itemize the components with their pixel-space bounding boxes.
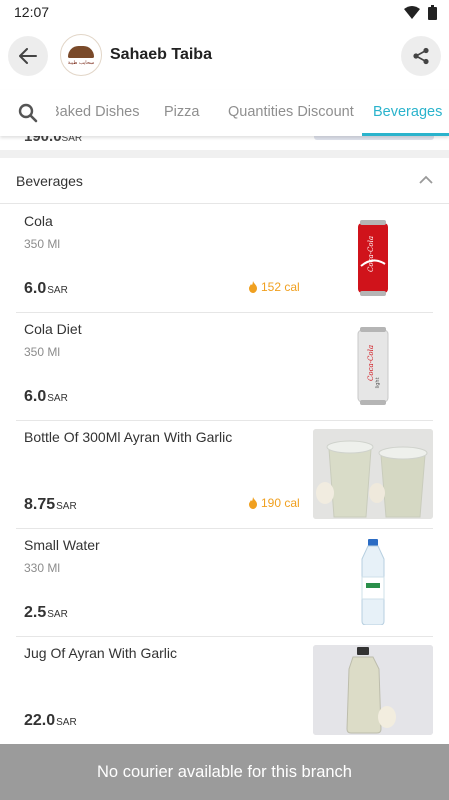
previous-item-price: 190.0SAR [24,136,83,145]
tab-beverages[interactable]: Beverages [362,90,449,136]
svg-text:Coca-Cola: Coca-Cola [367,345,375,381]
no-courier-banner: No courier available for this branch [0,744,449,800]
item-price: 8.75SAR [24,496,77,513]
status-icons [404,5,437,20]
coca-cola-light-can-icon: Coca-Cola light [357,327,389,405]
wifi-icon [404,6,420,19]
category-tabs: Baked Dishes Pizza Quantities Discount B… [0,90,449,136]
no-courier-text: No courier available for this branch [97,762,352,781]
tab-quantities-discount[interactable]: Quantities Discount [228,90,354,136]
item-image [313,645,433,735]
battery-icon [428,5,437,20]
menu-item[interactable]: Cola Diet 350 Ml 6.0SAR Coca-Cola light [16,313,433,421]
svg-text:Coca-Cola: Coca-Cola [367,236,375,272]
store-title: Sahaeb Taiba [110,46,212,63]
item-image: Coca-Cola light [313,321,433,411]
item-calories: 152 cal [248,280,300,294]
ayran-cups-icon [313,429,433,519]
item-image [313,537,433,627]
item-price: 6.0SAR [24,388,68,405]
item-image [313,429,433,519]
menu-item[interactable]: Bottle Of 300Ml Ayran With Garlic 8.75SA… [16,421,433,529]
item-description: 350 Ml [24,345,61,359]
share-icon [413,47,429,65]
menu-item[interactable]: Jug Of Ayran With Garlic 22.0SAR [16,637,433,745]
search-button[interactable] [0,90,56,136]
status-bar: 12:07 [0,0,449,24]
item-name: Jug Of Ayran With Garlic [24,645,178,661]
item-name: Cola [24,213,53,229]
arrow-left-icon [19,48,37,64]
tab-pizza[interactable]: Pizza [164,90,199,136]
item-description: 330 Ml [24,561,61,575]
previous-item-image [314,136,434,140]
item-image: Coca-Cola [313,213,433,303]
item-description: 350 Ml [24,237,61,251]
flame-icon [249,281,257,293]
menu-item[interactable]: Cola 350 Ml 6.0SAR 152 cal Coca-Cola [16,205,433,313]
menu-item[interactable]: Small Water 330 Ml 2.5SAR [16,529,433,637]
item-name: Cola Diet [24,321,82,337]
item-name: Small Water [24,537,100,553]
item-calories: 190 cal [248,496,300,510]
store-logo: سحايب طيبة [60,34,102,76]
chevron-up-icon[interactable] [419,175,433,184]
app-header: سحايب طيبة Sahaeb Taiba [0,24,449,88]
flame-icon [249,497,257,509]
search-icon [18,103,38,123]
item-price: 2.5SAR [24,604,68,621]
section-divider [0,150,449,158]
item-name: Bottle Of 300Ml Ayran With Garlic [24,429,233,445]
previous-item-partial[interactable]: 190.0SAR [0,136,449,150]
svg-text:light: light [375,377,381,388]
share-button[interactable] [401,36,441,76]
item-price: 6.0SAR [24,280,68,297]
section-header[interactable]: Beverages [0,158,449,204]
item-price: 22.0SAR [24,712,77,729]
back-button[interactable] [8,36,48,76]
section-title: Beverages [16,173,83,189]
coca-cola-can-icon: Coca-Cola [358,220,388,296]
water-bottle-icon [361,539,385,625]
ayran-jug-icon [313,645,433,735]
status-time: 12:07 [14,4,50,20]
